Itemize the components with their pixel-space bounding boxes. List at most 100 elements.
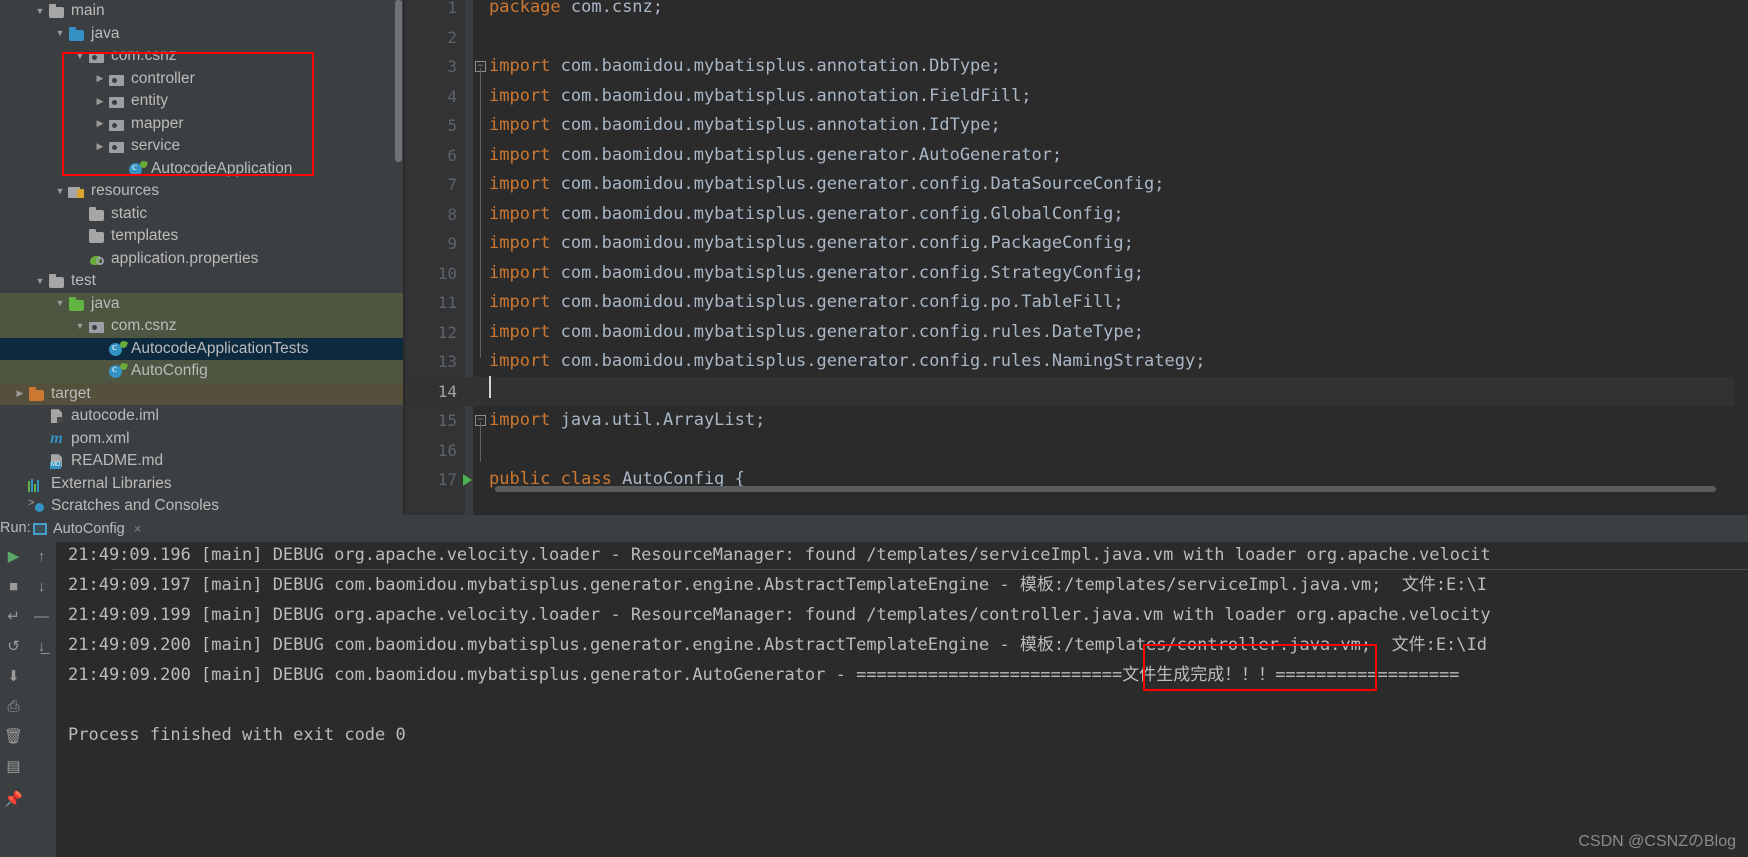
code-line[interactable]: 9 import com.baomidou.mybatisplus.generat… <box>405 229 1748 259</box>
folder-icon <box>88 206 105 222</box>
chevron-down-icon[interactable]: ▼ <box>52 186 68 196</box>
chevron-right-icon[interactable]: ▶ <box>92 141 108 151</box>
rerun-button[interactable]: ▶ <box>0 542 27 570</box>
tree-item[interactable]: ▶ AutoConfig <box>0 360 403 383</box>
line-number: 1 <box>447 0 457 17</box>
code-text: import com.baomidou.mybatisplus.annotati… <box>489 82 1031 112</box>
tree-item[interactable]: ▼ resources <box>0 180 403 203</box>
run-tab-autoconfig[interactable]: AutoConfig × <box>25 515 148 544</box>
tree-item[interactable]: ▶ mapper <box>0 113 403 136</box>
export-button[interactable]: ⬇ <box>0 662 27 690</box>
no-chevron-spacer: ▶ <box>12 502 28 511</box>
chevron-down-icon[interactable]: ▼ <box>52 29 68 38</box>
pin-button[interactable]: 📌 <box>0 785 27 813</box>
code-line[interactable]: 7 import com.baomidou.mybatisplus.generat… <box>405 170 1748 200</box>
tree-item-label: entity <box>131 92 169 110</box>
tree-item-label: pom.xml <box>71 429 130 447</box>
tree-item[interactable]: ▼ java <box>0 23 403 46</box>
line-number: 8 <box>447 204 457 224</box>
code-line[interactable]: 10 import com.baomidou.mybatisplus.genera… <box>405 259 1748 289</box>
test-source-folder-icon <box>68 296 85 312</box>
code-line[interactable]: 5 import com.baomidou.mybatisplus.annotat… <box>405 111 1748 141</box>
code-line[interactable]: 8 import com.baomidou.mybatisplus.generat… <box>405 200 1748 230</box>
run-tab-label: AutoConfig <box>53 520 125 537</box>
chevron-right-icon[interactable]: ▶ <box>92 96 108 106</box>
scroll-up-button[interactable]: ↑ <box>27 542 56 570</box>
tree-item-label: application.properties <box>111 249 259 267</box>
tree-item[interactable]: ▶ templates <box>0 225 403 248</box>
close-icon[interactable]: × <box>134 522 142 535</box>
line-number: 15 <box>437 411 457 430</box>
tree-item[interactable]: ▼ java <box>0 292 403 315</box>
code-line[interactable]: 16 <box>405 436 1748 466</box>
tree-item-label: static <box>111 204 148 222</box>
project-tree[interactable]: ▼ main ▼ java ▼ com.csnz ▶ controller ▶ entity ▶ ma… <box>0 0 403 515</box>
code-line[interactable]: 13 import com.baomidou.mybatisplus.genera… <box>405 347 1748 377</box>
tree-item[interactable]: ▶ controller <box>0 68 403 91</box>
scroll-down-button[interactable]: ↓ <box>27 572 56 600</box>
tree-item[interactable]: ▶ autocode.iml <box>0 405 403 428</box>
chevron-right-icon[interactable]: ▶ <box>92 74 108 83</box>
code-line[interactable]: 14 <box>405 376 1748 406</box>
clear-all-icon: 🗑 <box>3 728 24 745</box>
tree-item[interactable]: ▶ target <box>0 382 403 405</box>
layout-button[interactable]: ▤ <box>0 752 27 780</box>
code-line[interactable]: 11 import com.baomidou.mybatisplus.genera… <box>405 288 1748 318</box>
pin-icon: 📌 <box>4 791 23 808</box>
run-gutter-icon[interactable] <box>463 474 472 486</box>
code-text: import com.baomidou.mybatisplus.generato… <box>489 347 1205 377</box>
maven-file-icon: m <box>50 429 63 447</box>
tree-item-label: controller <box>131 69 195 87</box>
code-line[interactable]: 6 import com.baomidou.mybatisplus.generat… <box>405 141 1748 171</box>
tree-item[interactable]: ▼ com.csnz <box>0 315 403 338</box>
editor-marker-column[interactable] <box>1734 0 1748 515</box>
tree-item-label: templates <box>111 227 179 245</box>
tree-item[interactable]: ▶m pom.xml <box>0 428 403 451</box>
code-rest: com.baomidou.mybatisplus.generator.confi… <box>560 262 1145 283</box>
rerun-failed-button[interactable]: ↺ <box>0 632 27 660</box>
code-line[interactable]: 1 package com.csnz; <box>405 0 1748 23</box>
tree-item[interactable]: ▶ AutocodeApplicationTests <box>0 337 403 360</box>
code-rest: com.baomidou.mybatisplus.generator.confi… <box>560 351 1206 371</box>
folder-icon <box>48 273 65 289</box>
tree-item[interactable]: ▼ main <box>0 0 403 23</box>
tree-item[interactable]: ▶ service <box>0 135 403 158</box>
tree-item[interactable]: ▶MD README.md <box>0 450 403 473</box>
project-tool-window[interactable]: ▼ main ▼ java ▼ com.csnz ▶ controller ▶ entity ▶ ma… <box>0 0 403 515</box>
code-line[interactable]: 12 import com.baomidou.mybatisplus.genera… <box>405 318 1748 348</box>
code-rest: com.baomidou.mybatisplus.generator.confi… <box>560 321 1145 342</box>
tree-item[interactable]: ▶ Scratches and Consoles <box>0 495 403 515</box>
tree-item[interactable]: ▶ static <box>0 203 403 226</box>
minus-button[interactable]: — <box>27 602 56 630</box>
chevron-right-icon[interactable]: ▶ <box>12 389 28 398</box>
editor-horizontal-scrollbar[interactable] <box>495 486 1716 492</box>
code-line[interactable]: 2 <box>405 23 1748 53</box>
project-tree-scrollbar[interactable] <box>395 0 402 162</box>
soft-wrap-button[interactable]: ↵ <box>0 602 27 630</box>
code-line[interactable]: 15− import java.util.ArrayList; <box>405 406 1748 436</box>
chevron-down-icon[interactable]: ▼ <box>32 276 48 286</box>
print-button[interactable]: ⎙ <box>0 692 27 720</box>
code-editor[interactable]: 1 package com.csnz; 2 3− import com.baomidou… <box>405 0 1748 515</box>
code-text: import com.baomidou.mybatisplus.generato… <box>489 200 1124 230</box>
tree-item[interactable]: ▼ test <box>0 270 403 293</box>
chevron-down-icon[interactable]: ▼ <box>72 51 88 61</box>
tree-item[interactable]: ▶ AutocodeApplication <box>0 158 403 181</box>
chevron-down-icon[interactable]: ▼ <box>52 299 68 308</box>
code-line[interactable]: 4 import com.baomidou.mybatisplus.annotat… <box>405 82 1748 112</box>
stop-button[interactable]: ■ <box>0 572 27 600</box>
chevron-down-icon[interactable]: ▼ <box>72 321 88 331</box>
chevron-right-icon[interactable]: ▶ <box>92 119 108 128</box>
tree-item[interactable]: ▶ entity <box>0 90 403 113</box>
clear-all-button[interactable]: 🗑 <box>0 722 27 750</box>
scroll-to-end-button[interactable]: ↓̲ <box>27 632 56 660</box>
code-line[interactable]: 3− import com.baomidou.mybatisplus.annota… <box>405 52 1748 82</box>
tree-item[interactable]: ▶ External Libraries <box>0 473 403 496</box>
tree-item-label: Scratches and Consoles <box>51 497 220 515</box>
chevron-down-icon[interactable]: ▼ <box>32 6 48 16</box>
tree-item[interactable]: ▶ application.properties <box>0 248 403 271</box>
tree-item[interactable]: ▼ com.csnz <box>0 45 403 68</box>
run-toolbar[interactable]: ▶ ↑ ■ ↓ ↵ — ↺ ↓̲ ⬇ ⎙ 🗑 ▤ 📌 <box>0 542 56 857</box>
code-keyword: package <box>489 0 571 17</box>
console-output[interactable]: 21:49:09.196 [main] DEBUG org.apache.vel… <box>56 542 1748 857</box>
